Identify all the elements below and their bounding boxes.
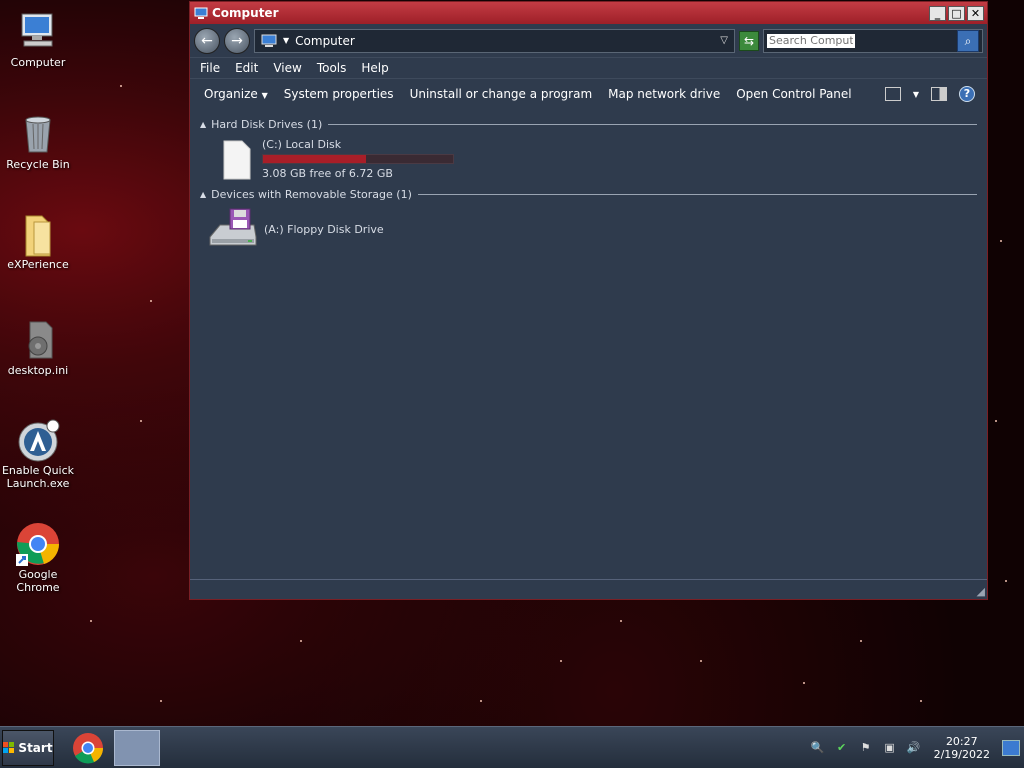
- status-bar: ◢: [190, 579, 987, 599]
- desktop-icon-enable-quick-launch[interactable]: Enable Quick Launch.exe: [0, 418, 76, 490]
- network-icon[interactable]: ▣: [882, 740, 898, 756]
- show-desktop-button[interactable]: [1002, 739, 1020, 756]
- autoit-icon: [16, 418, 60, 462]
- resize-grip-icon[interactable]: ◢: [977, 585, 985, 598]
- computer-icon: [194, 7, 208, 19]
- drive-item-local-disk[interactable]: (C:) Local Disk 3.08 GB free of 6.72 GB: [190, 133, 987, 185]
- clock-time: 20:27: [945, 734, 978, 748]
- chrome-icon: [16, 522, 60, 566]
- folder-icon: [16, 212, 60, 257]
- system-properties-button[interactable]: System properties: [284, 87, 394, 101]
- recycle-bin-icon: [16, 112, 60, 156]
- address-toolbar: ← → ▼ Computer ▽ ⇆ ⌕: [190, 24, 987, 57]
- map-network-drive-button[interactable]: Map network drive: [608, 87, 720, 101]
- menu-help[interactable]: Help: [361, 61, 388, 75]
- group-header-removable-storage[interactable]: ▲ Devices with Removable Storage (1): [190, 185, 987, 203]
- desktop-icon-recycle-bin[interactable]: Recycle Bin: [0, 112, 76, 171]
- chevron-down-icon: ▼: [261, 91, 268, 100]
- hard-drive-icon: [216, 137, 256, 181]
- minimize-button[interactable]: _: [929, 5, 946, 21]
- taskbar-chrome-button[interactable]: [72, 732, 104, 764]
- taskbar: Start 🔍 ✔ ⚑ ▣ 🔊 20:27 2/19/2022: [0, 726, 1024, 768]
- desktop-icon-desktop-ini[interactable]: desktop.ini: [0, 318, 76, 377]
- address-bar[interactable]: ▼ Computer ▽: [254, 28, 735, 53]
- uninstall-program-button[interactable]: Uninstall or change a program: [410, 87, 593, 101]
- taskbar-explorer-button[interactable]: [114, 729, 160, 766]
- volume-icon[interactable]: 🔊: [906, 740, 922, 756]
- preview-pane-icon[interactable]: [931, 87, 947, 101]
- system-tray: 🔍 ✔ ⚑ ▣ 🔊 20:27 2/19/2022: [810, 735, 1024, 761]
- menu-file[interactable]: File: [200, 61, 220, 75]
- explorer-window: Computer _ □ ✕ ← → ▼ Computer ▽ ⇆ ⌕ File…: [189, 1, 988, 600]
- address-dropdown-icon[interactable]: ▽: [720, 35, 728, 46]
- window-title: Computer: [212, 6, 279, 20]
- computer-icon: [16, 10, 60, 54]
- windows-logo-icon: [3, 741, 15, 753]
- security-check-icon[interactable]: ✔: [834, 740, 850, 756]
- action-center-flag-icon[interactable]: ⚑: [858, 740, 874, 756]
- clock[interactable]: 20:27 2/19/2022: [934, 735, 990, 761]
- drive-name: (A:) Floppy Disk Drive: [264, 222, 384, 236]
- maximize-button[interactable]: □: [948, 5, 965, 21]
- collapse-arrow-icon[interactable]: ▲: [200, 190, 206, 199]
- close-button[interactable]: ✕: [967, 5, 984, 21]
- menu-bar: File Edit View Tools Help: [190, 57, 987, 79]
- desktop-icon-google-chrome[interactable]: Google Chrome: [0, 522, 76, 594]
- forward-button[interactable]: →: [224, 27, 250, 54]
- menu-tools[interactable]: Tools: [317, 61, 347, 75]
- network-search-icon[interactable]: 🔍: [810, 740, 826, 756]
- open-control-panel-button[interactable]: Open Control Panel: [736, 87, 851, 101]
- menu-edit[interactable]: Edit: [235, 61, 258, 75]
- drive-name: (C:) Local Disk: [262, 138, 342, 151]
- search-box[interactable]: ⌕: [763, 28, 983, 53]
- floppy-drive-icon: [208, 207, 258, 251]
- drive-item-floppy[interactable]: (A:) Floppy Disk Drive: [190, 203, 987, 255]
- drive-usage-fill: [263, 155, 366, 163]
- collapse-arrow-icon[interactable]: ▲: [200, 120, 206, 129]
- back-button[interactable]: ←: [194, 27, 220, 54]
- organize-button[interactable]: Organize ▼: [204, 87, 268, 101]
- group-header-hard-disk-drives[interactable]: ▲ Hard Disk Drives (1): [190, 115, 987, 133]
- refresh-button[interactable]: ⇆: [739, 30, 759, 51]
- desktop-icon-computer[interactable]: Computer: [0, 10, 76, 69]
- chrome-icon: [73, 732, 104, 764]
- computer-icon: [261, 34, 277, 47]
- view-options-dropdown-icon[interactable]: ▼: [913, 90, 919, 99]
- start-button[interactable]: Start: [2, 729, 54, 766]
- settings-file-icon: [16, 318, 60, 362]
- breadcrumb-computer[interactable]: Computer: [295, 34, 355, 48]
- desktop-icon-experience[interactable]: eXPerience: [0, 212, 76, 271]
- search-icon[interactable]: ⌕: [957, 29, 979, 52]
- command-bar: Organize ▼ System properties Uninstall o…: [190, 79, 987, 109]
- search-input[interactable]: [767, 33, 855, 48]
- clock-date: 2/19/2022: [933, 747, 990, 761]
- window-titlebar[interactable]: Computer _ □ ✕: [190, 2, 987, 24]
- help-icon[interactable]: ?: [959, 86, 975, 102]
- menu-view[interactable]: View: [273, 61, 301, 75]
- breadcrumb-arrow-icon[interactable]: ▼: [283, 36, 289, 45]
- drive-usage-bar: [262, 154, 454, 164]
- drive-free-space: 3.08 GB free of 6.72 GB: [262, 167, 393, 180]
- change-view-icon[interactable]: [884, 87, 901, 101]
